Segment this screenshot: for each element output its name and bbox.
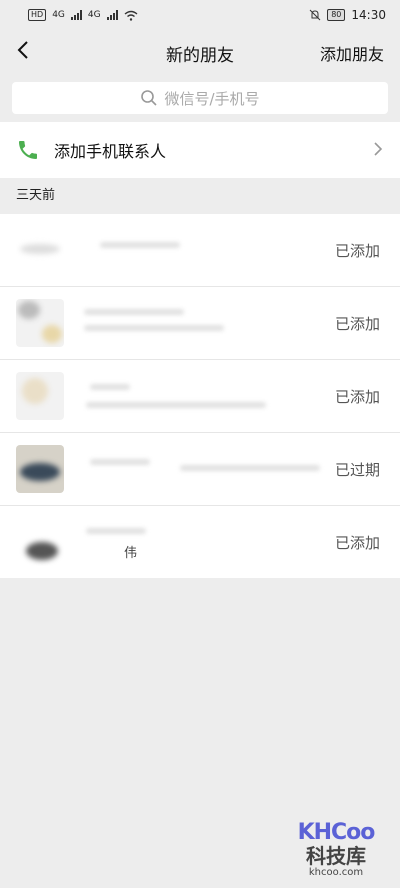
clock: 14:30 — [351, 8, 386, 22]
search-placeholder: 微信号/手机号 — [164, 89, 260, 108]
watermark-brand: KHCoo — [297, 820, 376, 845]
network-label-2: 4G — [87, 10, 101, 20]
add-phone-contacts-label: 添加手机联系人 — [54, 142, 167, 161]
network-label-1: 4G — [52, 10, 65, 20]
friend-request-item[interactable]: 已添加 — [0, 287, 400, 360]
avatar — [16, 445, 64, 493]
section-header: 三天前 — [16, 188, 56, 203]
watermark-cn: 科技库 — [306, 844, 366, 868]
avatar — [16, 226, 64, 274]
nav-bar: 新的朋友 添加朋友 — [0, 30, 400, 72]
request-status: 已添加 — [334, 242, 380, 260]
mute-bell-icon — [309, 9, 321, 21]
avatar — [16, 518, 64, 566]
request-status: 已过期 — [334, 461, 380, 479]
watermark-logo: KHCoo 科技库 khcoo.com — [286, 820, 386, 882]
add-friend-button[interactable]: 添加朋友 — [320, 41, 384, 65]
request-subtext: 伟 — [124, 546, 138, 561]
friend-request-item[interactable]: 已添加 — [0, 214, 400, 287]
friend-request-item[interactable]: 伟 已添加 — [0, 506, 400, 578]
add-phone-contacts-row[interactable]: 添加手机联系人 — [0, 122, 400, 178]
avatar — [16, 299, 64, 347]
request-status: 已添加 — [334, 315, 380, 333]
friend-request-item[interactable]: 已添加 — [0, 360, 400, 433]
status-right: 80 14:30 — [309, 8, 386, 22]
request-status: 已添加 — [334, 534, 380, 552]
back-arrow-icon[interactable] — [12, 38, 36, 62]
signal-icon-2 — [106, 10, 118, 20]
search-input[interactable]: 微信号/手机号 — [12, 82, 388, 114]
battery-indicator: 80 — [327, 9, 346, 21]
chevron-right-icon — [374, 142, 383, 156]
search-icon — [141, 90, 158, 106]
watermark-url: khcoo.com — [308, 867, 364, 878]
phone-icon — [19, 141, 37, 159]
hd-badge: HD — [28, 9, 47, 21]
request-status: 已添加 — [334, 388, 380, 406]
friend-request-item[interactable]: 已过期 — [0, 433, 400, 506]
avatar — [16, 372, 64, 420]
status-left: HD 4G 4G — [28, 9, 138, 21]
status-bar: HD 4G 4G 80 14:30 — [0, 0, 400, 30]
signal-icon — [70, 10, 82, 20]
friend-request-list: 已添加 已添加 已添加 已过期 伟 已添加 — [0, 214, 400, 578]
wifi-icon — [124, 10, 138, 21]
